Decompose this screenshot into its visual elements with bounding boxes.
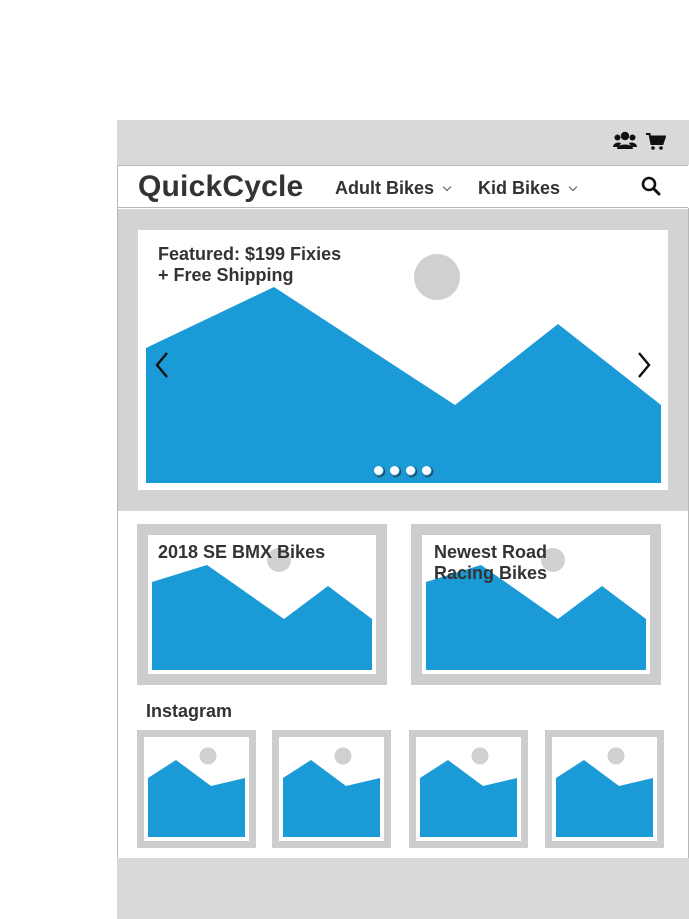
nav-adult-bikes-label: Adult Bikes [335,178,435,198]
hero-image-placeholder [146,254,661,483]
promo-title-line1: 2018 SE BMX Bikes [158,542,326,562]
carousel-dot[interactable] [373,465,384,476]
instagram-image-placeholder [148,747,245,837]
instagram-heading: Instagram [146,701,233,721]
carousel-dot[interactable] [405,465,416,476]
carousel-prev-icon[interactable] [154,351,170,379]
carousel-dot[interactable] [389,465,400,476]
instagram-image-placeholder [556,747,653,837]
instagram-image-placeholder [420,747,517,837]
chevron-down-icon [568,182,578,192]
search-icon[interactable] [641,176,661,196]
carousel-next-icon[interactable] [636,351,652,379]
nav-kid-bikes-label: Kid Bikes [478,178,561,198]
carousel-indicators [373,465,432,476]
top-utility-bar [117,120,689,165]
hero-caption-line1: Featured: $199 Fixies [158,244,342,264]
promo-image-placeholder [152,548,372,670]
promo-title: 2018 SE BMX Bikes [158,542,325,563]
nav-adult-bikes[interactable]: Adult Bikes [335,178,452,199]
instagram-image-placeholder [283,747,380,837]
cart-icon[interactable] [646,133,667,151]
users-icon[interactable] [613,130,637,152]
hero-caption-line2: + Free Shipping [158,265,294,285]
carousel-dot[interactable] [421,465,432,476]
hero-caption: Featured: $199 Fixies + Free Shipping [158,244,341,286]
chevron-down-icon [442,182,452,192]
promo-title-line1: Newest Road [434,542,548,562]
promo-title: Newest Road Racing Bikes [434,542,547,584]
nav-kid-bikes[interactable]: Kid Bikes [478,178,578,199]
promo-title-line2: Racing Bikes [434,563,548,583]
footer [117,858,689,919]
site-logo[interactable]: QuickCycle [138,170,303,204]
